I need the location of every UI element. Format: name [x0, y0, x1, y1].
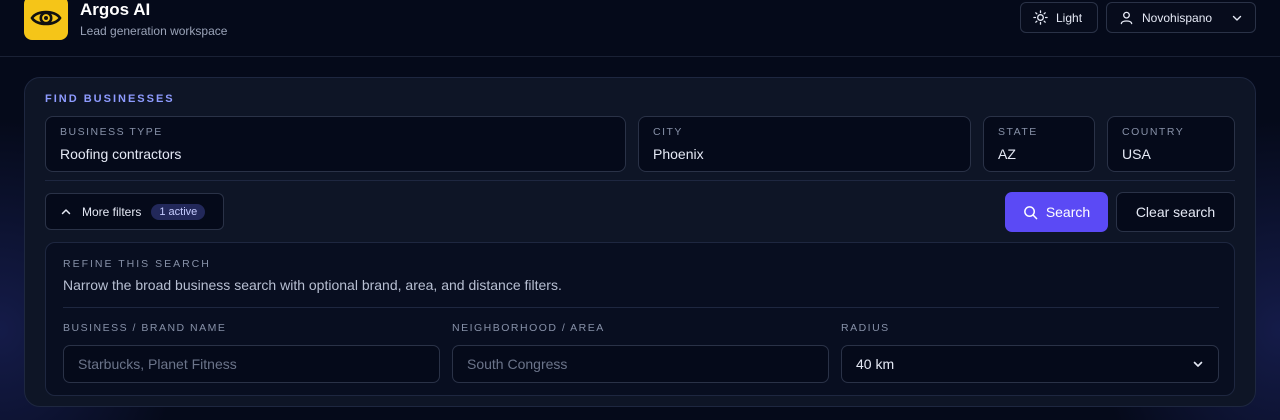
search-icon — [1023, 205, 1038, 219]
sun-icon — [1033, 10, 1048, 25]
brand-name-input[interactable]: Starbucks, Planet Fitness — [63, 345, 440, 383]
brand-name-label: BUSINESS / BRAND NAME — [63, 322, 227, 334]
refine-title: REFINE THIS SEARCH — [63, 258, 211, 270]
city-field[interactable]: CITY Phoenix — [638, 116, 971, 172]
country-value[interactable]: USA — [1122, 146, 1151, 162]
app-logo[interactable] — [24, 0, 68, 40]
chevron-up-icon — [61, 208, 71, 214]
business-type-value[interactable]: Roofing contractors — [60, 146, 181, 162]
refine-divider — [63, 307, 1219, 308]
neighborhood-label: NEIGHBORHOOD / AREA — [452, 322, 605, 334]
app-subtitle: Lead generation workspace — [80, 24, 228, 38]
country-label: COUNTRY — [1122, 126, 1185, 138]
refine-section: REFINE THIS SEARCH Narrow the broad busi… — [45, 242, 1235, 396]
search-button-label: Search — [1045, 204, 1091, 220]
search-panel: FIND BUSINESSES BUSINESS TYPE Roofing co… — [24, 77, 1256, 407]
radius-label: RADIUS — [841, 322, 890, 334]
theme-toggle-label: Light — [1056, 10, 1083, 25]
radius-select[interactable]: 40 km — [841, 345, 1219, 383]
state-value[interactable]: AZ — [998, 146, 1016, 162]
more-filters-toggle[interactable]: More filters 1 active — [45, 193, 224, 230]
top-bar: Argos AI Lead generation workspace Light… — [0, 0, 1280, 57]
app-title: Argos AI — [80, 0, 151, 19]
eye-icon — [30, 10, 62, 26]
business-type-label: BUSINESS TYPE — [60, 126, 163, 138]
state-field[interactable]: STATE AZ — [983, 116, 1095, 172]
search-button[interactable]: Search — [1005, 192, 1108, 232]
user-name: Novohispano — [1142, 10, 1213, 25]
business-type-field[interactable]: BUSINESS TYPE Roofing contractors — [45, 116, 626, 172]
chevron-down-icon — [1193, 361, 1203, 367]
divider — [45, 180, 1235, 181]
chevron-down-icon — [1232, 15, 1242, 21]
user-icon — [1120, 11, 1133, 25]
active-filters-badge: 1 active — [151, 203, 206, 220]
city-value[interactable]: Phoenix — [653, 146, 704, 162]
refine-description: Narrow the broad business search with op… — [63, 277, 562, 293]
neighborhood-input[interactable]: South Congress — [452, 345, 829, 383]
country-field[interactable]: COUNTRY USA — [1107, 116, 1235, 172]
city-label: CITY — [653, 126, 683, 138]
radius-value: 40 km — [856, 356, 895, 372]
more-filters-label: More filters — [82, 204, 142, 219]
state-label: STATE — [998, 126, 1038, 138]
user-menu-button[interactable]: Novohispano — [1106, 2, 1256, 33]
panel-heading: FIND BUSINESSES — [45, 93, 175, 105]
theme-toggle-button[interactable]: Light — [1020, 2, 1098, 33]
clear-search-button[interactable]: Clear search — [1116, 192, 1235, 232]
